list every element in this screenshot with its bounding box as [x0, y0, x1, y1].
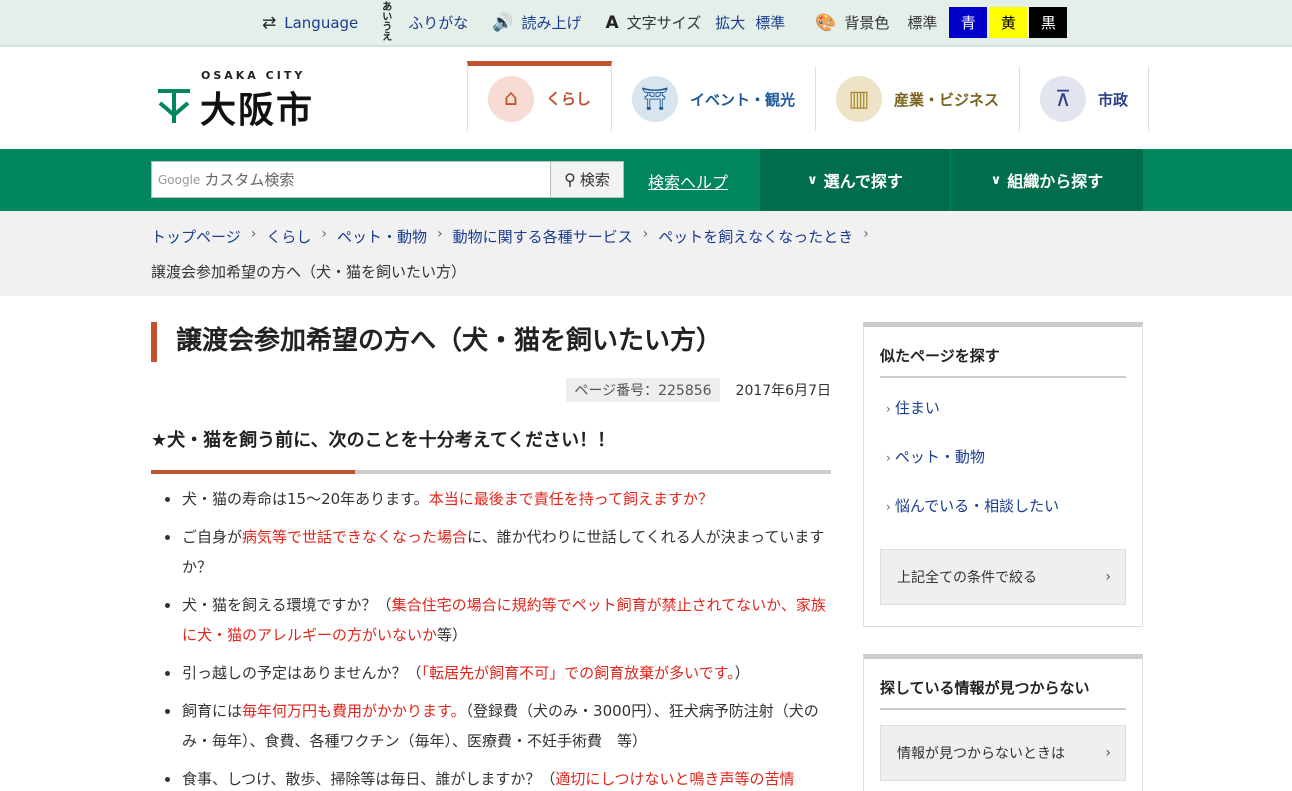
not-found-title: 探している情報が見つからない — [880, 677, 1126, 710]
textsize-enlarge-button[interactable]: 拡大 — [715, 12, 745, 33]
textsize-standard-button[interactable]: 標準 — [755, 12, 785, 33]
list-item: 食事、しつけ、散歩、掃除等は毎日、誰がしますか？（適切にしつけないと鳴き声等の苦… — [151, 764, 831, 791]
breadcrumb: トップページ › くらし › ペット・動物 › 動物に関する各種サービス › ペ… — [0, 211, 1292, 296]
similar-pages-title: 似たページを探す — [880, 345, 1126, 378]
palette-icon: 🎨 — [815, 12, 837, 33]
page-meta: ページ番号：225856 2017年6月7日 — [566, 378, 831, 402]
page-number: ページ番号：225856 — [566, 378, 720, 402]
similar-pages-box: 似たページを探す › 住まい › ペット・動物 › 悩んでいる・相談したい 上記全ての… — [863, 322, 1143, 627]
bg-yellow-button[interactable]: 黄 — [989, 7, 1028, 38]
site-logo[interactable]: OSAKA CITY 大阪市 — [156, 69, 336, 139]
gnav-kurashi[interactable]: ⌂ くらし — [467, 61, 613, 131]
page-title: 譲渡会参加希望の方へ（犬・猫を飼いたい方） — [151, 322, 831, 362]
similar-link[interactable]: › 住まい — [886, 392, 1126, 441]
bg-black-button[interactable]: 黒 — [1029, 7, 1068, 38]
site-header: OSAKA CITY 大阪市 ⌂ くらし ⛩ イベント・観光 ▥ 産業・ビジネス… — [0, 47, 1292, 149]
similar-link[interactable]: › 悩んでいる・相談したい — [886, 490, 1126, 539]
org-search-tab[interactable]: ∨ 組織から探す — [951, 149, 1143, 211]
page-date: 2017年6月7日 — [735, 383, 831, 399]
narrow-conditions-button[interactable]: 上記全ての条件で絞る › — [880, 549, 1126, 605]
textsize-group: A 文字サイズ 拡大 標準 — [605, 12, 786, 33]
house-icon: ⌂ — [488, 75, 534, 122]
gnav-business[interactable]: ▥ 産業・ビジネス — [816, 67, 1021, 131]
breadcrumb-link[interactable]: ペットを飼えなくなったとき — [658, 226, 853, 247]
castle-icon: ⛩ — [632, 76, 679, 122]
utility-bar: ⇄ Language あい うえ ふりがな 🔊 読み上げ A 文字サイズ 拡大 … — [0, 0, 1292, 47]
similar-pages-list: › 住まい › ペット・動物 › 悩んでいる・相談したい — [886, 392, 1126, 539]
chevron-right-icon: › — [886, 402, 891, 416]
font-size-icon: A — [605, 12, 619, 33]
breadcrumb-link[interactable]: 動物に関する各種サービス — [453, 226, 633, 247]
speaker-icon: 🔊 — [492, 12, 514, 33]
breadcrumb-link[interactable]: トップページ — [151, 226, 241, 247]
global-nav: ⌂ くらし ⛩ イベント・観光 ▥ 産業・ビジネス ⊼ 市政 — [467, 61, 1150, 135]
checklist: 犬・猫の寿命は15～20年あります。本当に最後まで責任を持って飼えますか？ ご自… — [151, 484, 831, 791]
chevron-right-icon: › — [642, 226, 649, 242]
city-emblem-icon — [158, 89, 190, 123]
gnav-shisei[interactable]: ⊼ 市政 — [1020, 67, 1150, 131]
search-band: Google カスタム検索 ⚲ 検索 検索ヘルプ ∨ 選んで探す ∨ 組織から探… — [0, 149, 1292, 211]
list-item: ご自身が病気等で世話できなくなった場合に、誰か代わりに世話してくれる人が決まって… — [151, 522, 831, 582]
chevron-down-icon: ∨ — [990, 172, 1002, 188]
breadcrumb-current: 譲渡会参加希望の方へ（犬・猫を飼いたい方） — [151, 263, 467, 281]
breadcrumb-link[interactable]: ペット・動物 — [337, 226, 427, 247]
search-icon: ⚲ — [564, 170, 576, 189]
translate-icon: ⇄ — [262, 12, 277, 33]
bg-blue-button[interactable]: 青 — [949, 7, 988, 38]
chevron-right-icon: › — [1105, 569, 1111, 585]
furigana-icon: あい うえ — [382, 1, 393, 43]
list-item: 引っ越しの予定はありませんか？（「転居先が飼育不可」での飼育放棄が多いです。） — [151, 658, 831, 688]
chevron-right-icon: › — [886, 451, 891, 465]
list-item: 犬・猫を飼える環境ですか？（集合住宅の場合に規約等でペット飼育が禁止されてないか… — [151, 590, 831, 650]
chevron-down-icon: ∨ — [807, 172, 818, 188]
search-help-link[interactable]: 検索ヘルプ — [648, 169, 728, 193]
bgcolor-group: 🎨 背景色 標準 青 黄 黒 — [815, 7, 1068, 38]
language-link[interactable]: ⇄ Language — [262, 13, 358, 33]
breadcrumb-link[interactable]: くらし — [266, 226, 311, 247]
similar-link[interactable]: › ペット・動物 — [886, 441, 1126, 490]
city-mark-icon: ⊼ — [1040, 76, 1087, 122]
furigana-link[interactable]: あい うえ ふりがな — [382, 1, 468, 43]
bg-standard-button[interactable]: 標準 — [897, 7, 948, 38]
list-item: 飼育には毎年何万円も費用がかかります。（登録費（犬のみ・3000円）、狂犬病予防… — [151, 696, 831, 756]
not-found-button[interactable]: 情報が見つからないときは › — [880, 725, 1126, 781]
main-content: 譲渡会参加希望の方へ（犬・猫を飼いたい方） ページ番号：225856 2017年… — [151, 322, 831, 788]
search-button[interactable]: ⚲ 検索 — [550, 161, 624, 198]
chevron-right-icon: › — [250, 226, 257, 242]
search-input[interactable]: Google カスタム検索 — [151, 161, 551, 198]
chevron-right-icon: › — [863, 226, 869, 242]
list-item: 犬・猫の寿命は15～20年あります。本当に最後まで責任を持って飼えますか？ — [151, 484, 831, 514]
readaloud-link[interactable]: 🔊 読み上げ — [492, 12, 581, 33]
choose-search-tab[interactable]: ∨ 選んで探す — [760, 149, 950, 211]
chevron-right-icon: › — [1105, 745, 1111, 761]
not-found-box: 探している情報が見つからない 情報が見つからないときは › — [863, 654, 1143, 791]
building-icon: ▥ — [836, 76, 883, 122]
chevron-right-icon: › — [321, 226, 327, 242]
chevron-right-icon: › — [886, 500, 891, 514]
gnav-event[interactable]: ⛩ イベント・観光 — [612, 67, 817, 131]
section-heading: ★犬・猫を飼う前に、次のことを十分考えてください！！ — [151, 426, 831, 474]
chevron-right-icon: › — [436, 226, 443, 242]
